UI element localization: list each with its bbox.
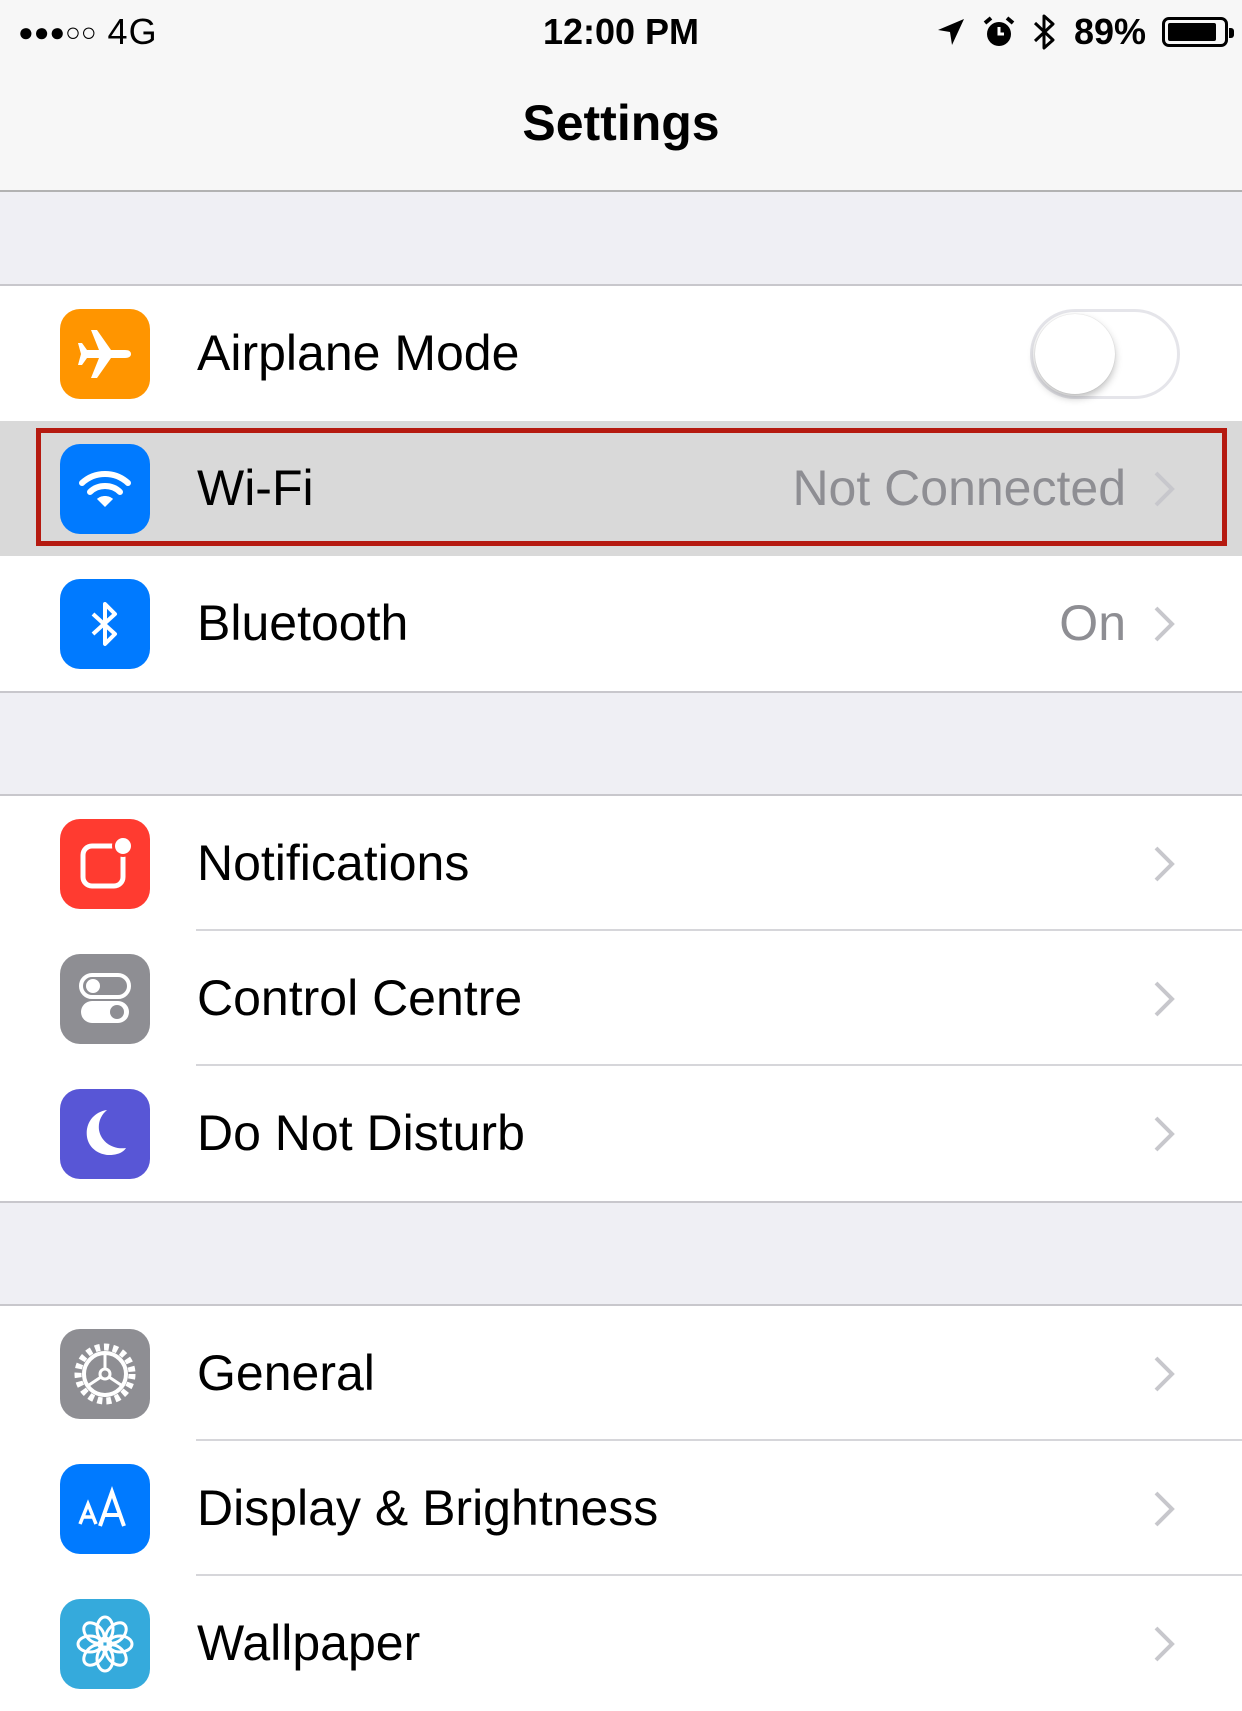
page-title: Settings bbox=[522, 95, 720, 151]
bluetooth-status-value: On bbox=[1059, 595, 1126, 651]
settings-row-wallpaper[interactable]: Wallpaper bbox=[0, 1576, 1242, 1711]
chevron-right-icon bbox=[1154, 1356, 1175, 1391]
wifi-status-value: Not Connected bbox=[792, 460, 1126, 516]
chevron-right-icon bbox=[1154, 1491, 1175, 1526]
row-label: Control Centre bbox=[197, 970, 523, 1026]
settings-group-alerts: Notifications Control Centre Do Not Dist… bbox=[0, 794, 1242, 1203]
battery-fill bbox=[1168, 23, 1217, 41]
airplane-icon bbox=[60, 309, 150, 399]
navigation-bar: Settings bbox=[0, 64, 1242, 192]
settings-row-general[interactable]: General bbox=[0, 1306, 1242, 1441]
flower-icon bbox=[60, 1599, 150, 1689]
chevron-right-icon bbox=[1154, 981, 1175, 1016]
wifi-icon bbox=[60, 444, 150, 534]
row-label: Bluetooth bbox=[197, 595, 409, 651]
settings-row-notifications[interactable]: Notifications bbox=[0, 796, 1242, 931]
row-label: Wi-Fi bbox=[197, 460, 314, 516]
status-right-group: 89% bbox=[936, 8, 1234, 56]
row-label: Wallpaper bbox=[197, 1615, 421, 1671]
row-label: Notifications bbox=[197, 835, 470, 891]
location-arrow-icon bbox=[937, 19, 964, 45]
chevron-right-icon bbox=[1154, 606, 1175, 641]
battery-percent: 89% bbox=[1073, 11, 1146, 52]
notifications-icon bbox=[60, 819, 150, 909]
row-label: Display & Brightness bbox=[197, 1480, 659, 1536]
settings-group-connectivity: Airplane Mode Wi-Fi Not Connected Blueto… bbox=[0, 284, 1242, 693]
settings-group-device: General Display & Brightness Wallpaper bbox=[0, 1304, 1242, 1711]
settings-row-bluetooth[interactable]: Bluetooth On bbox=[0, 556, 1242, 691]
row-label: Airplane Mode bbox=[197, 325, 520, 381]
chevron-right-icon bbox=[1154, 1626, 1175, 1661]
airplane-mode-toggle[interactable] bbox=[1030, 309, 1180, 399]
bluetooth-icon bbox=[1033, 14, 1055, 50]
chevron-right-icon bbox=[1154, 471, 1175, 506]
settings-row-wifi[interactable]: Wi-Fi Not Connected bbox=[0, 421, 1242, 556]
settings-row-do-not-disturb[interactable]: Do Not Disturb bbox=[0, 1066, 1242, 1201]
row-label: General bbox=[197, 1345, 375, 1401]
gear-icon bbox=[60, 1329, 150, 1419]
settings-row-control-centre[interactable]: Control Centre bbox=[0, 931, 1242, 1066]
control-centre-icon bbox=[60, 954, 150, 1044]
chevron-right-icon bbox=[1154, 846, 1175, 881]
chevron-right-icon bbox=[1154, 1116, 1175, 1151]
alarm-clock-icon bbox=[983, 16, 1015, 46]
bluetooth-icon bbox=[60, 579, 150, 669]
row-label: Do Not Disturb bbox=[197, 1105, 525, 1161]
toggle-knob[interactable] bbox=[1035, 314, 1115, 394]
text-size-icon bbox=[60, 1464, 150, 1554]
moon-icon bbox=[60, 1089, 150, 1179]
battery-icon bbox=[1162, 17, 1234, 47]
settings-row-display-brightness[interactable]: Display & Brightness bbox=[0, 1441, 1242, 1576]
settings-row-airplane-mode[interactable]: Airplane Mode bbox=[0, 286, 1242, 421]
status-bar: ●●●○○ 4G 12:00 PM 89% bbox=[0, 0, 1242, 64]
